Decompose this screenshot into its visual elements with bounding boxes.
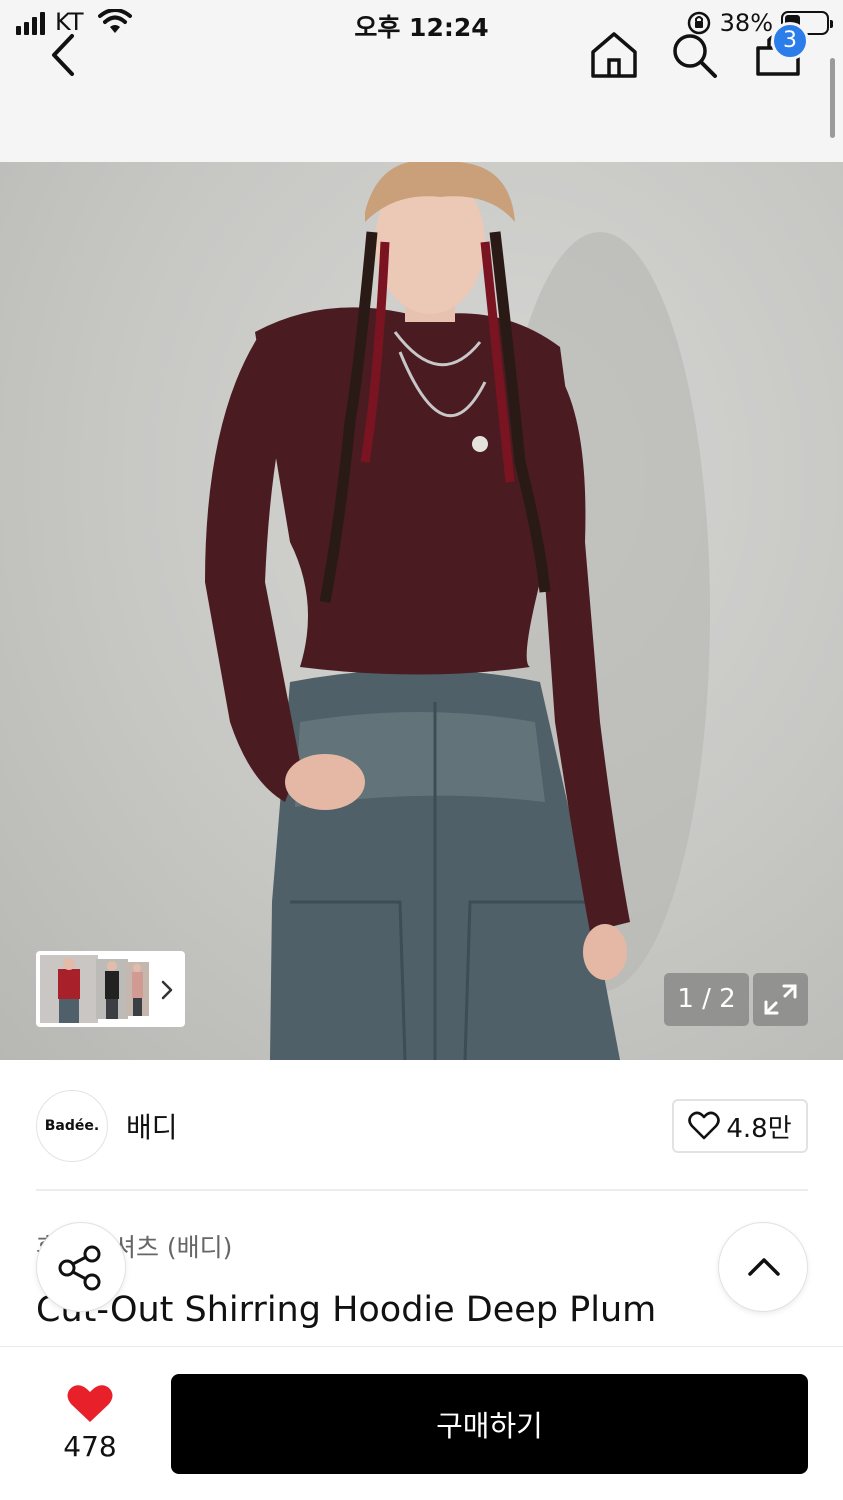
home-icon[interactable] [585,26,643,84]
search-icon[interactable] [665,26,723,84]
product-like-count: 478 [63,1430,117,1463]
product-title: Cut-Out Shirring Hoodie Deep Plum [36,1290,657,1330]
brand-logo[interactable]: Badée. [36,1090,108,1162]
expand-icon [764,984,797,1015]
divider [36,1189,808,1191]
brand-like-count: 4.8만 [726,1113,792,1144]
thumbnail-1[interactable] [40,955,98,1023]
brand-like-button[interactable]: 4.8만 [672,1099,808,1153]
brand-name[interactable]: 배디 [126,1106,178,1146]
chevron-right-icon[interactable] [155,975,179,1005]
share-icon [58,1245,101,1291]
thumbnail-3[interactable] [126,962,149,1016]
heart-filled-icon [67,1385,113,1422]
scroll-top-button[interactable] [718,1222,808,1312]
chevron-up-icon [748,1258,780,1276]
scrollbar[interactable] [830,58,835,138]
expand-button[interactable] [753,973,808,1026]
chevron-left-icon[interactable] [40,28,90,82]
product-image[interactable] [0,162,843,1060]
thumbnail-2[interactable] [96,959,128,1019]
share-button[interactable] [36,1222,126,1312]
cart-count-badge: 3 [771,22,809,60]
page-counter: 1 / 2 [664,973,749,1026]
heart-outline-icon [688,1111,721,1140]
buy-button[interactable]: 구매하기 [171,1374,808,1474]
model-photo [205,162,710,1060]
